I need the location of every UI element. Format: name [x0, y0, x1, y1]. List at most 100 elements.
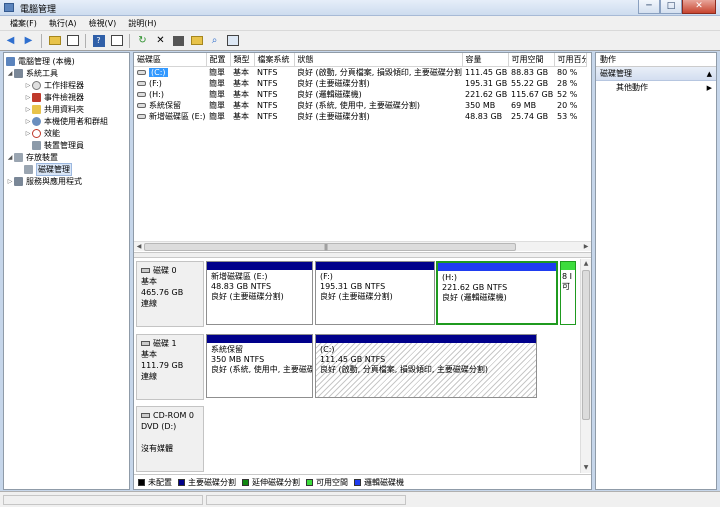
actions-header: 動作 [596, 53, 716, 67]
tree-item-disk-management[interactable]: 磁碟管理 [24, 162, 72, 176]
open-icon[interactable] [189, 33, 204, 48]
vertical-scrollbar[interactable]: ▲ ▼ [580, 259, 591, 473]
column-layout[interactable]: 配置 [206, 53, 231, 67]
maximize-button[interactable]: □ [660, 0, 682, 14]
volume-row[interactable]: (C:) 簡單 基本 NTFS 良好 (啟動, 分頁檔案, 損毀傾印, 主要磁碟… [134, 66, 586, 78]
horizontal-scrollbar[interactable]: ◀ ||| ▶ [134, 241, 591, 251]
disk-icon [141, 268, 150, 273]
tree-item-performance[interactable]: ▷ 效能 [24, 127, 60, 139]
window-title: 電腦管理 [20, 5, 57, 15]
scroll-up-icon[interactable]: ▲ [581, 259, 591, 269]
collapse-icon[interactable]: ◢ [6, 70, 14, 77]
delete-icon[interactable]: ✕ [153, 33, 168, 48]
expand-icon[interactable]: ▷ [24, 118, 32, 125]
scrollbar-thumb[interactable] [144, 243, 516, 251]
legend-item: 延伸磁碟分割 [242, 477, 300, 488]
help-icon[interactable]: ? [91, 33, 106, 48]
shared-folder-icon [32, 104, 41, 114]
disk-management-pane: 磁碟區 配置 類型 檔案系統 狀態 容量 可用空間 可用百分 (C:) 簡單 基… [133, 52, 592, 490]
window-controls: ─ □ ✕ [638, 0, 716, 14]
volume-header-row: 磁碟區 配置 類型 檔案系統 狀態 容量 可用空間 可用百分 [134, 53, 587, 67]
tree-item-root[interactable]: 電腦管理 (本機) [6, 55, 75, 67]
scroll-right-icon[interactable]: ▶ [581, 242, 591, 252]
column-percent-free[interactable]: 可用百分 [554, 53, 587, 67]
actions-section-disk-management[interactable]: 磁碟管理 ▲ [596, 67, 716, 81]
menu-file[interactable]: 檔案(F) [4, 18, 43, 29]
column-free-space[interactable]: 可用空間 [508, 53, 555, 67]
expand-icon[interactable]: ▷ [6, 178, 14, 185]
expand-icon[interactable]: ▷ [24, 130, 32, 137]
performance-icon [32, 128, 41, 138]
volume-icon [137, 69, 146, 75]
expand-icon[interactable]: ▷ [24, 94, 32, 101]
legend-item: 邏輯磁碟機 [354, 477, 404, 488]
partition-h[interactable]: (H:) 221.62 GB NTFS 良好 (邏輯磁碟機) [436, 261, 558, 325]
scrollbar-thumb[interactable] [582, 270, 590, 420]
actions-pane: 動作 磁碟管理 ▲ 其他動作 ▶ [595, 52, 717, 490]
partition-system-reserved[interactable]: 系統保留 350 MB NTFS 良好 (系統, 使用中, 主要磁碟 [206, 334, 313, 398]
menu-view[interactable]: 檢視(V) [83, 18, 123, 29]
collapse-icon[interactable]: ▲ [707, 67, 712, 81]
volume-row[interactable]: 系統保留 簡單 基本 NTFS 良好 (系統, 使用中, 主要磁碟分割) 350… [134, 100, 586, 111]
console-icon[interactable] [109, 33, 124, 48]
menu-help[interactable]: 說明(H) [122, 18, 162, 29]
title-bar: 電腦管理 ─ □ ✕ [0, 0, 720, 16]
toolbar: ◀ ▶ ? ↻ ✕ ⌕ [0, 31, 720, 51]
volume-row[interactable]: 新增磁碟區 (E:) 簡單 基本 NTFS 良好 (主要磁碟分割) 48.83 … [134, 111, 586, 122]
tree-item-system-tools[interactable]: ◢ 系統工具 [6, 67, 58, 79]
disk-0-label[interactable]: 磁碟 0 基本 465.76 GB 連線 [136, 261, 204, 327]
event-viewer-icon [32, 92, 41, 102]
tree-item-event-viewer[interactable]: ▷ 事件檢視器 [24, 91, 84, 103]
up-folder-icon[interactable] [47, 33, 62, 48]
expand-icon[interactable]: ▷ [24, 82, 32, 89]
computer-management-icon [4, 3, 14, 12]
partition-c[interactable]: (C:) 111.45 GB NTFS 良好 (啟動, 分頁檔案, 損毀傾印, … [315, 334, 537, 398]
pane-splitter[interactable] [134, 252, 591, 258]
column-type[interactable]: 類型 [230, 53, 255, 67]
tree-item-local-users[interactable]: ▷ 本機使用者和群組 [24, 115, 108, 127]
column-capacity[interactable]: 容量 [462, 53, 509, 67]
properties-icon[interactable] [171, 33, 186, 48]
legend-item: 未配置 [138, 477, 172, 488]
disk-1-label[interactable]: 磁碟 1 基本 111.79 GB 連線 [136, 334, 204, 400]
forward-icon[interactable]: ▶ [21, 33, 36, 48]
device-manager-icon [32, 140, 41, 150]
partition-e[interactable]: 新增磁碟區 (E:) 48.83 GB NTFS 良好 (主要磁碟分割) [206, 261, 313, 325]
console-tree: 電腦管理 (本機) ◢ 系統工具 ▷ 工作排程器 ▷ 事件檢視器 ▷ 共用資料夾… [3, 52, 130, 490]
legend-item: 主要磁碟分割 [178, 477, 236, 488]
storage-icon [14, 152, 23, 162]
scroll-down-icon[interactable]: ▼ [581, 463, 591, 473]
legend: 未配置 主要磁碟分割 延伸磁碟分割 可用空間 邏輯磁碟機 [134, 474, 591, 489]
settings-icon[interactable] [225, 33, 240, 48]
volume-row[interactable]: (H:) 簡單 基本 NTFS 良好 (邏輯磁碟機) 221.62 GB 115… [134, 89, 586, 100]
menu-bar: 檔案(F) 執行(A) 檢視(V) 說明(H) [0, 16, 720, 31]
submenu-arrow-icon: ▶ [706, 84, 712, 92]
volume-row[interactable]: (F:) 簡單 基本 NTFS 良好 (主要磁碟分割) 195.31 GB 55… [134, 78, 586, 89]
column-filesystem[interactable]: 檔案系統 [254, 53, 295, 67]
clock-icon [32, 80, 41, 90]
partition-f[interactable]: (F:) 195.31 GB NTFS 良好 (主要磁碟分割) [315, 261, 435, 325]
column-status[interactable]: 狀態 [294, 53, 463, 67]
column-volume[interactable]: 磁碟區 [134, 53, 207, 67]
partition-free-space[interactable]: 8 I 可 [560, 261, 576, 325]
scroll-left-icon[interactable]: ◀ [134, 242, 144, 252]
menu-action[interactable]: 執行(A) [43, 18, 83, 29]
show-hide-tree-icon[interactable] [65, 33, 80, 48]
tree-item-storage[interactable]: ◢ 存放裝置 [6, 151, 58, 163]
tree-item-device-manager[interactable]: 裝置管理員 [32, 139, 84, 151]
volume-list: 磁碟區 配置 類型 檔案系統 狀態 容量 可用空間 可用百分 (C:) 簡單 基… [134, 53, 587, 122]
tree-item-services[interactable]: ▷ 服務與應用程式 [6, 175, 82, 187]
refresh-icon[interactable]: ↻ [135, 33, 150, 48]
expand-icon[interactable]: ▷ [24, 106, 32, 113]
volume-icon [137, 91, 146, 97]
tree-item-shared-folders[interactable]: ▷ 共用資料夾 [24, 103, 84, 115]
close-button[interactable]: ✕ [682, 0, 716, 14]
volume-icon [137, 102, 146, 108]
more-actions-item[interactable]: 其他動作 ▶ [596, 81, 716, 95]
tree-item-task-scheduler[interactable]: ▷ 工作排程器 [24, 79, 84, 91]
minimize-button[interactable]: ─ [638, 0, 660, 14]
collapse-icon[interactable]: ◢ [6, 154, 14, 161]
back-icon[interactable]: ◀ [3, 33, 18, 48]
search-icon[interactable]: ⌕ [207, 33, 222, 48]
cdrom-0-label[interactable]: CD-ROM 0 DVD (D:) 沒有媒體 [136, 406, 204, 472]
